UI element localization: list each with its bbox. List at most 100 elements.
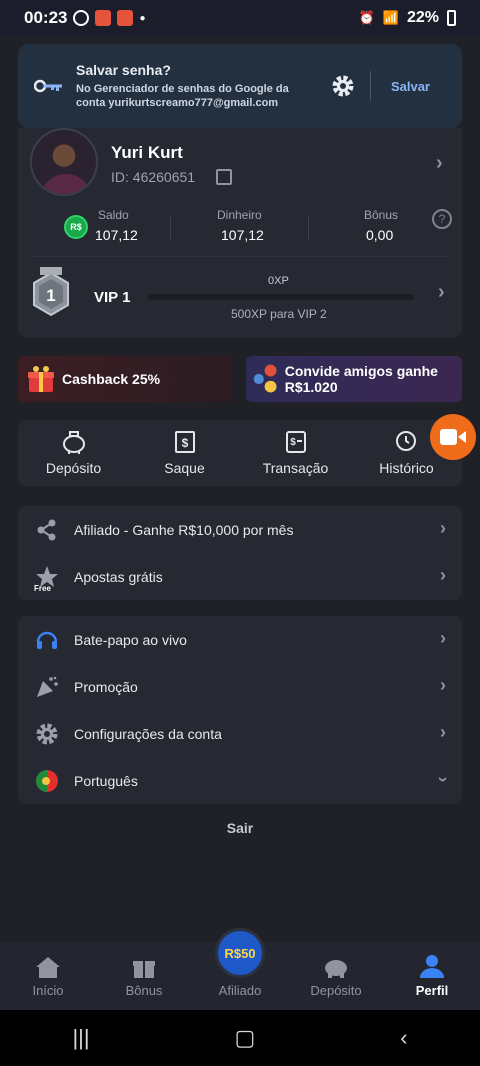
- share-nodes-icon: [34, 517, 60, 543]
- action-label: Saque: [164, 460, 205, 476]
- chevron-right-icon: ›: [440, 518, 446, 538]
- chevron-right-icon: ›: [440, 675, 446, 695]
- affiliate-reward-badge: R$50: [215, 928, 265, 978]
- copy-icon[interactable]: [216, 169, 232, 185]
- action-deposit[interactable]: Depósito: [18, 420, 129, 486]
- gear-icon[interactable]: [328, 73, 358, 99]
- menu-label: Apostas grátis: [74, 568, 163, 585]
- menu-item-account-settings[interactable]: Configurações da conta ›: [18, 710, 462, 757]
- cashback-banner[interactable]: Cashback 25%: [18, 356, 234, 402]
- nav-label: Afiliado: [218, 983, 262, 998]
- menu-label: Português: [74, 772, 138, 789]
- menu-item-affiliate[interactable]: Afiliado - Ganhe R$10,000 por mês ›: [18, 506, 462, 553]
- save-password-button[interactable]: Salvar: [391, 79, 430, 94]
- star-free-icon: Free: [34, 564, 60, 593]
- nav-label: Depósito: [310, 983, 362, 998]
- portugal-flag-icon: [34, 768, 60, 794]
- video-record-icon: [95, 10, 112, 26]
- menu-label: Bate-papo ao vivo: [74, 631, 187, 648]
- status-bar: 00:23 ● ⏰ 📶 22%: [0, 0, 480, 36]
- recent-apps-icon[interactable]: |||: [72, 1025, 89, 1051]
- menu-item-promotion[interactable]: Promoção ›: [18, 663, 462, 710]
- home-icon: [36, 957, 60, 978]
- vip-chevron-icon[interactable]: ›: [438, 281, 445, 304]
- nav-bonus[interactable]: Bônus: [96, 942, 192, 1010]
- vip-badge-icon: 1: [33, 267, 69, 317]
- free-badge: Free: [34, 583, 51, 593]
- logout-button[interactable]: Sair: [0, 820, 480, 836]
- menu-item-live-chat[interactable]: Bate-papo ao vivo ›: [18, 616, 462, 663]
- key-icon: [34, 79, 62, 93]
- screen-record-button[interactable]: [430, 414, 476, 460]
- nav-label: Bônus: [125, 983, 163, 998]
- quick-actions: Depósito $ Saque $ Transação Histórico: [18, 420, 462, 486]
- avatar[interactable]: [30, 128, 98, 196]
- menu-item-language[interactable]: Português ›: [18, 757, 462, 804]
- menu-item-free-bets[interactable]: Free Apostas grátis ›: [18, 553, 462, 600]
- menu-group-rewards: Afiliado - Ganhe R$10,000 por mês › Free…: [18, 506, 462, 600]
- nav-home[interactable]: Início: [0, 942, 96, 1010]
- profile-card: Yuri Kurt ID: 46260651 › R$ Saldo 107,12…: [18, 128, 462, 338]
- cash-label: Dinheiro: [217, 208, 262, 222]
- vip-badge-number: 1: [46, 286, 55, 305]
- vip-progress[interactable]: 1 VIP 1 0XP 500XP para VIP 2 ›: [30, 256, 450, 332]
- popup-divider: [369, 71, 371, 101]
- back-icon[interactable]: ‹: [400, 1025, 407, 1051]
- balance-value: 107,12: [95, 227, 138, 243]
- nav-profile[interactable]: Perfil: [384, 942, 480, 1010]
- history-clock-icon: [395, 431, 416, 451]
- battery-icon: [447, 10, 456, 26]
- currency-icon: R$: [64, 215, 88, 239]
- menu-label: Afiliado - Ganhe R$10,000 por mês: [74, 521, 294, 538]
- chevron-right-icon: ›: [440, 565, 446, 585]
- dot-icon: ●: [139, 12, 146, 24]
- status-time: 00:23: [24, 8, 68, 27]
- coins-icon: [253, 364, 277, 393]
- home-button-icon[interactable]: ▢: [235, 1025, 256, 1051]
- invite-banner[interactable]: Convide amigos ganhe R$1.020: [246, 356, 462, 402]
- action-label: Depósito: [45, 460, 102, 476]
- chevron-down-icon: ›: [433, 776, 454, 783]
- divider: [308, 216, 309, 240]
- svg-text:$: $: [290, 437, 296, 448]
- divider: [170, 216, 171, 240]
- action-withdraw[interactable]: $ Saque: [129, 420, 240, 486]
- piggy-bank-icon: [62, 431, 85, 454]
- nav-label: Início: [32, 983, 64, 998]
- profile-chevron-icon[interactable]: ›: [436, 152, 443, 175]
- action-label: Histórico: [379, 460, 434, 476]
- chevron-right-icon: ›: [440, 722, 446, 742]
- video-camera-icon: [440, 429, 466, 445]
- cash-value: 107,12: [221, 227, 264, 243]
- vip-level: VIP 1: [94, 289, 131, 306]
- vip-next-level: 500XP para VIP 2: [231, 307, 327, 321]
- menu-group-settings: Bate-papo ao vivo › Promoção › Configura…: [18, 616, 462, 804]
- help-icon[interactable]: ?: [432, 209, 452, 229]
- battery-percent: 22%: [406, 9, 439, 26]
- invite-text: Convide amigos ganhe R$1.020: [284, 363, 438, 395]
- profile-name: Yuri Kurt: [111, 143, 183, 162]
- receipt-icon: $: [285, 431, 306, 453]
- menu-label: Configurações da conta: [74, 725, 222, 742]
- settings-gear-icon: [34, 721, 60, 747]
- nav-deposit[interactable]: Depósito: [288, 942, 384, 1010]
- popup-description: No Gerenciador de senhas do Google da co…: [76, 83, 289, 109]
- popup-title: Salvar senha?: [76, 62, 171, 78]
- chevron-right-icon: ›: [440, 628, 446, 648]
- wifi-icon: 📶: [382, 10, 399, 25]
- gift-icon: [133, 961, 155, 978]
- bonus-value: 0,00: [366, 227, 394, 243]
- profile-id: ID: 46260651: [111, 169, 196, 185]
- app-notification-icon: [117, 10, 134, 26]
- gift-box-icon: [28, 366, 54, 392]
- system-nav-bar: ||| ▢ ‹: [0, 1010, 480, 1066]
- whatsapp-icon: [73, 10, 90, 26]
- action-transaction[interactable]: $ Transação: [240, 420, 351, 486]
- piggy-bank-icon: [325, 960, 347, 978]
- nav-affiliate[interactable]: R$50 Afiliado: [192, 928, 288, 1010]
- vip-progress-bar: [148, 294, 414, 300]
- action-label: Transação: [262, 460, 329, 476]
- svg-text:$: $: [181, 436, 188, 450]
- menu-label: Promoção: [74, 678, 138, 695]
- alarm-icon: ⏰: [358, 10, 375, 25]
